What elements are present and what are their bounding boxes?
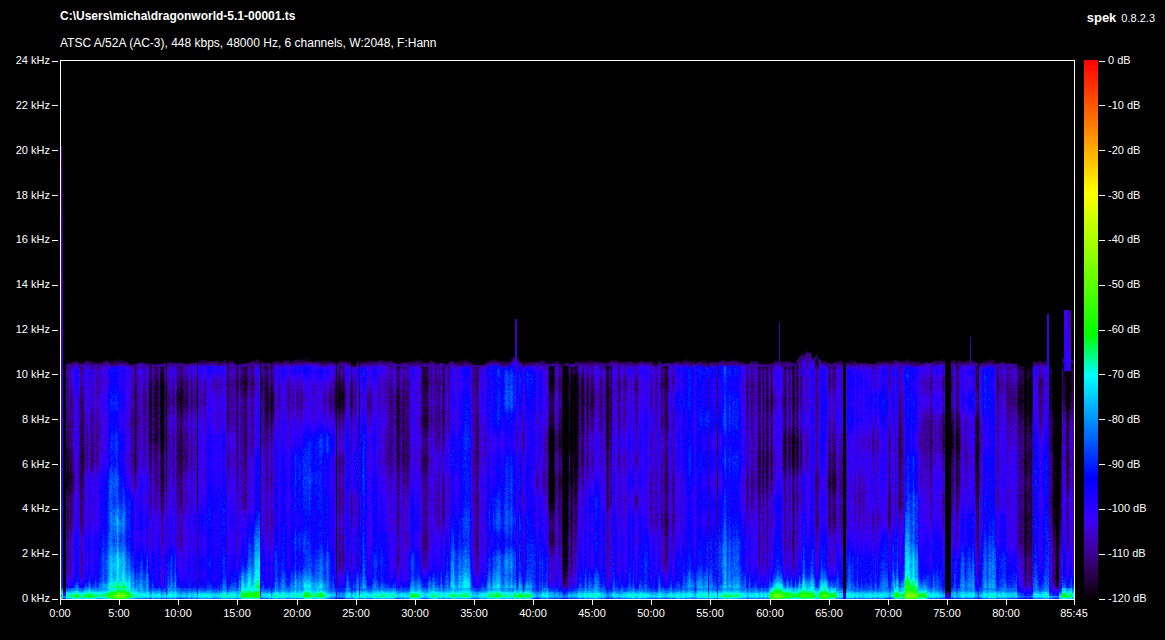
freq-tick-label: 22 kHz [0, 100, 50, 111]
time-tick-label: 10:00 [150, 608, 206, 619]
freq-tick-mark [52, 374, 58, 375]
db-tick-label: -120 dB [1108, 593, 1147, 604]
db-tick-label: -90 dB [1108, 459, 1140, 470]
time-tick-label: 0:00 [32, 608, 88, 619]
db-tick-label: -10 dB [1108, 100, 1140, 111]
time-tick-label: 5:00 [91, 608, 147, 619]
db-tick-mark [1099, 285, 1105, 286]
time-tick-mark [651, 600, 652, 605]
stream-info: ATSC A/52A (AC-3), 448 kbps, 48000 Hz, 6… [60, 36, 436, 50]
freq-tick-label: 2 kHz [0, 548, 50, 559]
time-tick-label: 15:00 [209, 608, 265, 619]
freq-tick-label: 6 kHz [0, 459, 50, 470]
time-tick-mark [1006, 600, 1007, 605]
time-tick-mark [356, 600, 357, 605]
time-tick-mark [1074, 600, 1075, 605]
db-tick-mark [1099, 61, 1105, 62]
db-tick-mark [1099, 419, 1105, 420]
db-tick-mark [1099, 240, 1105, 241]
db-tick-label: -50 dB [1108, 279, 1140, 290]
app-brand: spek 0.8.2.3 [1087, 10, 1155, 25]
db-tick-mark [1099, 374, 1105, 375]
app-version: 0.8.2.3 [1121, 12, 1155, 24]
freq-tick-label: 16 kHz [0, 234, 50, 245]
freq-tick-label: 18 kHz [0, 190, 50, 201]
time-tick-mark [474, 600, 475, 605]
db-tick-mark [1099, 554, 1105, 555]
time-tick-label: 30:00 [387, 608, 443, 619]
freq-tick-label: 24 kHz [0, 55, 50, 66]
freq-tick-label: 8 kHz [0, 414, 50, 425]
freq-tick-mark [52, 285, 58, 286]
freq-tick-label: 14 kHz [0, 279, 50, 290]
db-tick-label: 0 dB [1108, 55, 1131, 66]
time-tick-label: 85:45 [1046, 608, 1102, 619]
spectrogram-canvas [61, 61, 1074, 599]
time-tick-label: 20:00 [269, 608, 325, 619]
time-tick-label: 60:00 [742, 608, 798, 619]
db-tick-mark [1099, 150, 1105, 151]
db-tick-label: -30 dB [1108, 190, 1140, 201]
db-tick-label: -60 dB [1108, 324, 1140, 335]
time-tick-label: 25:00 [328, 608, 384, 619]
db-colorbar [1084, 60, 1098, 600]
freq-tick-mark [52, 599, 58, 600]
time-tick-label: 35:00 [446, 608, 502, 619]
time-tick-label: 55:00 [682, 608, 738, 619]
db-tick-label: -80 dB [1108, 414, 1140, 425]
freq-tick-label: 4 kHz [0, 503, 50, 514]
time-tick-mark [297, 600, 298, 605]
freq-tick-label: 10 kHz [0, 369, 50, 380]
db-tick-mark [1099, 464, 1105, 465]
db-tick-mark [1099, 105, 1105, 106]
db-tick-mark [1099, 509, 1105, 510]
freq-tick-mark [52, 105, 58, 106]
time-tick-mark [770, 600, 771, 605]
db-tick-label: -70 dB [1108, 369, 1140, 380]
freq-tick-mark [52, 240, 58, 241]
freq-tick-mark [52, 150, 58, 151]
time-tick-mark [119, 600, 120, 605]
db-tick-label: -100 dB [1108, 503, 1147, 514]
freq-tick-mark [52, 554, 58, 555]
time-tick-mark [710, 600, 711, 605]
app-name: spek [1087, 10, 1117, 25]
freq-tick-mark [52, 419, 58, 420]
time-tick-label: 50:00 [623, 608, 679, 619]
freq-tick-label: 0 kHz [0, 593, 50, 604]
freq-tick-mark [52, 509, 58, 510]
db-tick-label: -110 dB [1108, 548, 1146, 559]
time-tick-mark [415, 600, 416, 605]
time-tick-mark [237, 600, 238, 605]
time-tick-mark [592, 600, 593, 605]
db-tick-mark [1099, 599, 1105, 600]
time-tick-mark [178, 600, 179, 605]
time-tick-label: 80:00 [978, 608, 1034, 619]
freq-tick-mark [52, 330, 58, 331]
time-tick-label: 40:00 [505, 608, 561, 619]
freq-tick-label: 12 kHz [0, 324, 50, 335]
freq-tick-mark [52, 464, 58, 465]
time-tick-label: 65:00 [801, 608, 857, 619]
freq-tick-mark [52, 195, 58, 196]
time-tick-label: 45:00 [564, 608, 620, 619]
freq-tick-mark [52, 61, 58, 62]
db-tick-mark [1099, 195, 1105, 196]
time-tick-mark [947, 600, 948, 605]
time-tick-mark [60, 600, 61, 605]
time-tick-mark [888, 600, 889, 605]
time-tick-label: 70:00 [860, 608, 916, 619]
file-path-title: C:\Users\micha\dragonworld-5.1-00001.ts [60, 9, 295, 23]
time-tick-label: 75:00 [919, 608, 975, 619]
time-tick-mark [533, 600, 534, 605]
db-tick-label: -20 dB [1108, 145, 1140, 156]
freq-tick-label: 20 kHz [0, 145, 50, 156]
time-tick-mark [829, 600, 830, 605]
db-tick-mark [1099, 330, 1105, 331]
db-tick-label: -40 dB [1108, 234, 1140, 245]
